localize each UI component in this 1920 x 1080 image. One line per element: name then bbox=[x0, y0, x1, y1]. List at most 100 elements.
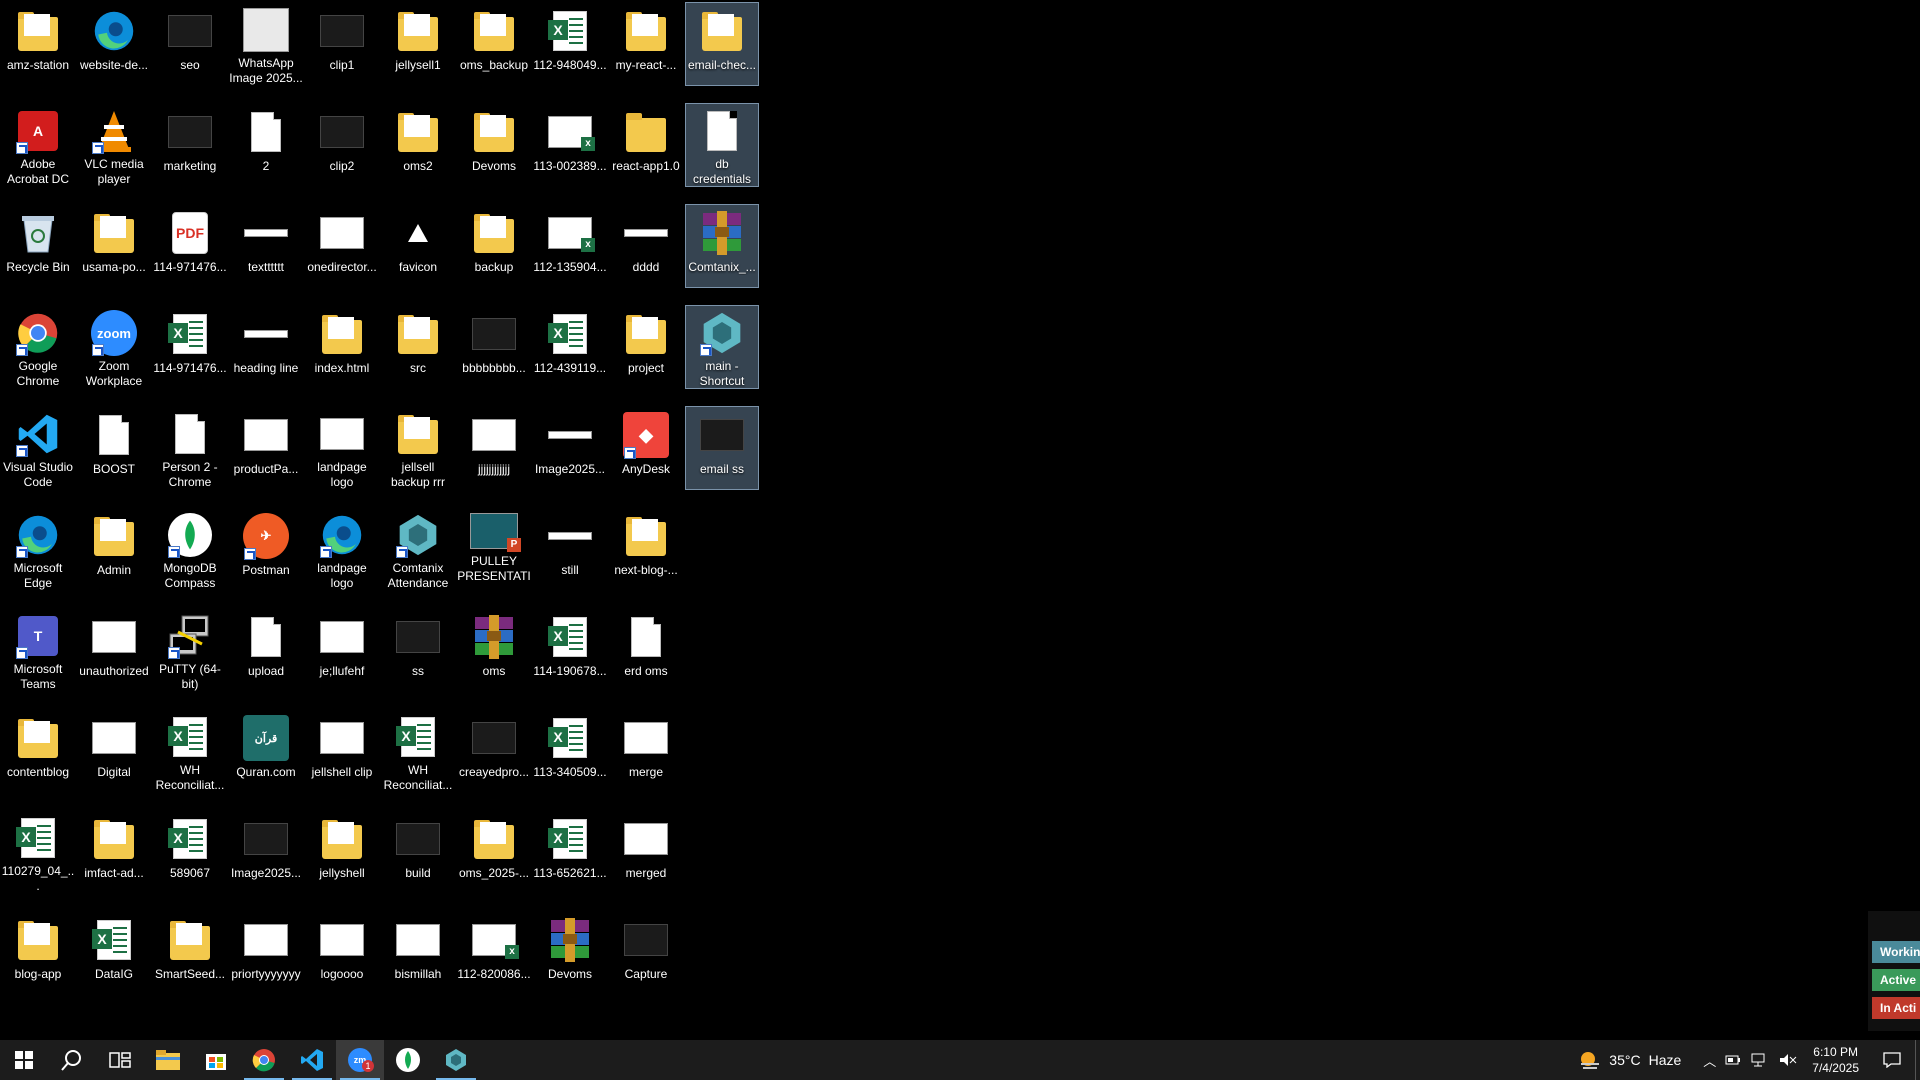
desktop-icon-jellyshell[interactable]: jellyshell bbox=[305, 810, 379, 894]
desktop-icon-my-react[interactable]: my-react-... bbox=[609, 2, 683, 86]
desktop-icon-smartseed[interactable]: SmartSeed... bbox=[153, 911, 227, 995]
desktop-icon-merge[interactable]: merge bbox=[609, 709, 683, 793]
desktop-icon-114-971476[interactable]: PDF 114-971476... bbox=[153, 204, 227, 288]
desktop-icon-mongodb-compass[interactable]: MongoDB Compass bbox=[153, 507, 227, 591]
desktop-icon-devoms[interactable]: Devoms bbox=[533, 911, 607, 995]
desktop-icon-112-948049[interactable]: X 112-948049... bbox=[533, 2, 607, 86]
taskbar-mongodb[interactable] bbox=[384, 1040, 432, 1080]
search-button[interactable] bbox=[48, 1040, 96, 1080]
desktop-icon-oms[interactable]: oms bbox=[457, 608, 531, 692]
desktop-icon-dataig[interactable]: X DataIG bbox=[77, 911, 151, 995]
desktop-icon-113-652621[interactable]: X 113-652621... bbox=[533, 810, 607, 894]
desktop-icon-amz-station[interactable]: amz-station bbox=[1, 2, 75, 86]
desktop-icon-next-blog[interactable]: next-blog-... bbox=[609, 507, 683, 591]
desktop-icon-jjjjjjjjjjjj[interactable]: jjjjjjjjjjjj bbox=[457, 406, 531, 490]
desktop-icon-vlc-media-player[interactable]: VLC media player bbox=[77, 103, 151, 187]
desktop-icon-admin[interactable]: Admin bbox=[77, 507, 151, 591]
desktop-icon-heading-line[interactable]: heading line bbox=[229, 305, 303, 389]
desktop-icon-dddd[interactable]: dddd bbox=[609, 204, 683, 288]
desktop-icon-oms-2025[interactable]: oms_2025-... bbox=[457, 810, 531, 894]
desktop-icon-usama-po[interactable]: usama-po... bbox=[77, 204, 151, 288]
desktop-icon-textttttt[interactable]: textttttt bbox=[229, 204, 303, 288]
desktop-icon-114-190678[interactable]: X 114-190678... bbox=[533, 608, 607, 692]
desktop-icon-main-shortcut[interactable]: main - Shortcut bbox=[685, 305, 759, 389]
desktop-icon-react-app1-0[interactable]: react-app1.0 bbox=[609, 103, 683, 187]
network-icon[interactable] bbox=[1751, 1053, 1769, 1067]
desktop-icon-112-820086[interactable]: x 112-820086... bbox=[457, 911, 531, 995]
desktop-icon-wh-reconciliat[interactable]: X WH Reconciliat... bbox=[381, 709, 455, 793]
desktop-icon-visual-studio-code[interactable]: Visual Studio Code bbox=[1, 406, 75, 490]
desktop-icon-backup[interactable]: backup bbox=[457, 204, 531, 288]
taskbar-chrome[interactable] bbox=[240, 1040, 288, 1080]
desktop-icon-oms-backup[interactable]: oms_backup bbox=[457, 2, 531, 86]
show-desktop-button[interactable] bbox=[1915, 1040, 1920, 1080]
working-status-button[interactable]: Workin bbox=[1872, 941, 1920, 963]
taskbar-file-explorer[interactable] bbox=[144, 1040, 192, 1080]
taskbar-store[interactable] bbox=[192, 1040, 240, 1080]
desktop-icon-clip2[interactable]: clip2 bbox=[305, 103, 379, 187]
desktop-icon-merged[interactable]: merged bbox=[609, 810, 683, 894]
desktop-icon-589067[interactable]: X 589067 bbox=[153, 810, 227, 894]
desktop-icon-erd-oms[interactable]: erd oms bbox=[609, 608, 683, 692]
desktop-icon-clip1[interactable]: clip1 bbox=[305, 2, 379, 86]
desktop-icon-person-2-chrome[interactable]: Person 2 - Chrome bbox=[153, 406, 227, 490]
desktop-icon-110279-04[interactable]: X 110279_04_... bbox=[1, 810, 75, 894]
desktop-icon-bismillah[interactable]: bismillah bbox=[381, 911, 455, 995]
notifications-button[interactable] bbox=[1869, 1040, 1915, 1080]
desktop-icon-jellysell1[interactable]: jellysell1 bbox=[381, 2, 455, 86]
desktop-icon-114-971476[interactable]: X 114-971476... bbox=[153, 305, 227, 389]
desktop-icon-recycle-bin[interactable]: Recycle Bin bbox=[1, 204, 75, 288]
desktop-icon-landpage-logo[interactable]: landpage logo bbox=[305, 406, 379, 490]
desktop-icon-zoom-workplace[interactable]: zoom Zoom Workplace bbox=[77, 305, 151, 389]
desktop-icon-logoooo[interactable]: logoooo bbox=[305, 911, 379, 995]
desktop-icon-contentblog[interactable]: contentblog bbox=[1, 709, 75, 793]
desktop-icon-jellshell-clip[interactable]: jellshell clip bbox=[305, 709, 379, 793]
desktop-icon-comtanix-attendance[interactable]: Comtanix Attendance bbox=[381, 507, 455, 591]
desktop-icon-112-135904[interactable]: x 112-135904... bbox=[533, 204, 607, 288]
desktop-icon-marketing[interactable]: marketing bbox=[153, 103, 227, 187]
taskbar-comtanix[interactable] bbox=[432, 1040, 480, 1080]
volume-muted-icon[interactable] bbox=[1779, 1053, 1797, 1067]
desktop-icon-quran-com[interactable]: قرآن Quran.com bbox=[229, 709, 303, 793]
desktop-icon-unauthorized[interactable]: unauthorized bbox=[77, 608, 151, 692]
desktop-icon-website-de[interactable]: website-de... bbox=[77, 2, 151, 86]
desktop-icon-seo[interactable]: seo bbox=[153, 2, 227, 86]
desktop-icon-blog-app[interactable]: blog-app bbox=[1, 911, 75, 995]
battery-icon[interactable] bbox=[1725, 1053, 1741, 1067]
desktop-icon-imfact-ad[interactable]: imfact-ad... bbox=[77, 810, 151, 894]
desktop-icon-je-llufehf[interactable]: je;llufehf bbox=[305, 608, 379, 692]
desktop-icon-project[interactable]: project bbox=[609, 305, 683, 389]
desktop-icon-still[interactable]: still bbox=[533, 507, 607, 591]
desktop-icon-google-chrome[interactable]: Google Chrome bbox=[1, 305, 75, 389]
taskbar-vscode[interactable] bbox=[288, 1040, 336, 1080]
desktop-icon-wh-reconciliat[interactable]: X WH Reconciliat... bbox=[153, 709, 227, 793]
desktop-icon-microsoft-teams[interactable]: T Microsoft Teams bbox=[1, 608, 75, 692]
desktop-icon-priortyyyyyyy[interactable]: priortyyyyyyy bbox=[229, 911, 303, 995]
desktop-icon-112-439119[interactable]: X 112-439119... bbox=[533, 305, 607, 389]
desktop-icon-adobe-acrobat-dc[interactable]: A Adobe Acrobat DC bbox=[1, 103, 75, 187]
desktop-icon-boost[interactable]: BOOST bbox=[77, 406, 151, 490]
desktop-icon-build[interactable]: build bbox=[381, 810, 455, 894]
desktop-icon-2[interactable]: 2 bbox=[229, 103, 303, 187]
weather-widget[interactable]: 35°C Haze bbox=[1579, 1050, 1685, 1070]
taskbar-zoom[interactable]: zm 1 bbox=[336, 1040, 384, 1080]
desktop-icon-capture[interactable]: Capture bbox=[609, 911, 683, 995]
desktop-icon-microsoft-edge[interactable]: Microsoft Edge bbox=[1, 507, 75, 591]
desktop-icon-upload[interactable]: upload bbox=[229, 608, 303, 692]
desktop-icon-image2025[interactable]: Image2025... bbox=[229, 810, 303, 894]
desktop-icon-db-credentials[interactable]: db credentials bbox=[685, 103, 759, 187]
desktop-icon-anydesk[interactable]: ◆ AnyDesk bbox=[609, 406, 683, 490]
desktop-icon-devoms[interactable]: Devoms bbox=[457, 103, 531, 187]
desktop-icon-oms2[interactable]: oms2 bbox=[381, 103, 455, 187]
desktop-icon-digital[interactable]: Digital bbox=[77, 709, 151, 793]
desktop-icon-pulley-presentati[interactable]: PPULLEY PRESENTATI... bbox=[457, 507, 531, 591]
desktop-icon-favicon[interactable]: favicon bbox=[381, 204, 455, 288]
desktop-icon-postman[interactable]: ✈ Postman bbox=[229, 507, 303, 591]
desktop-icon-email-chec[interactable]: email-chec... bbox=[685, 2, 759, 86]
desktop-icon-jellsell-backup-rrr[interactable]: jellsell backup rrr bbox=[381, 406, 455, 490]
desktop-icon-113-340509[interactable]: X 113-340509... bbox=[533, 709, 607, 793]
desktop-icon-email-ss[interactable]: email ss bbox=[685, 406, 759, 490]
chevron-up-icon[interactable]: ︿ bbox=[1703, 1051, 1716, 1070]
start-button[interactable] bbox=[0, 1040, 48, 1080]
desktop-icon-putty-64-bit[interactable]: PuTTY (64-bit) bbox=[153, 608, 227, 692]
